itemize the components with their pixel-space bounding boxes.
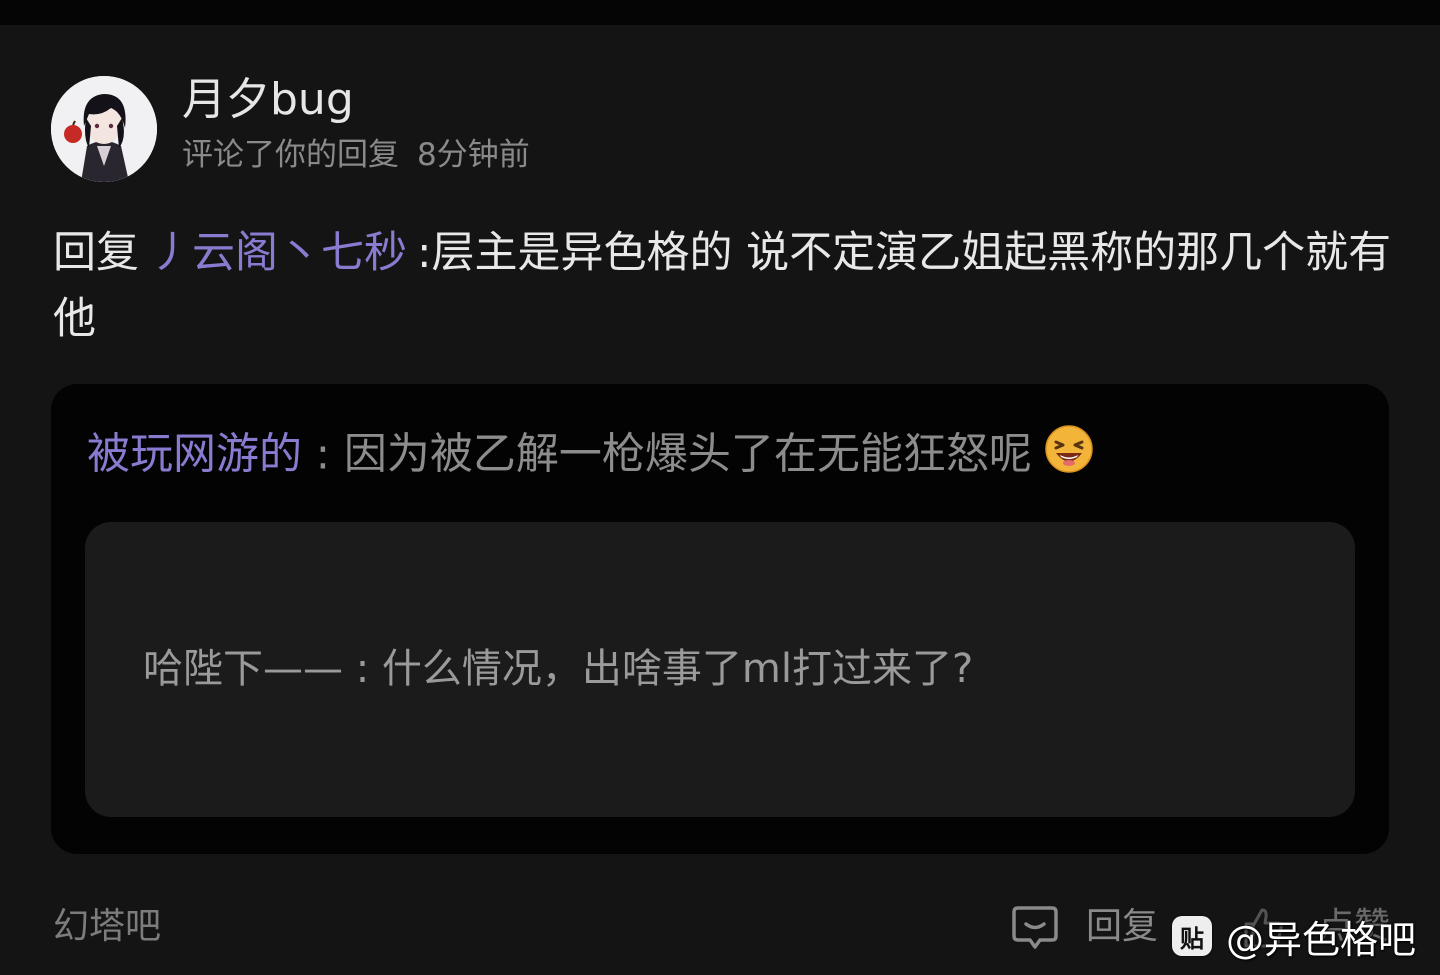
mention-link[interactable]: 丿云阁丶七秒 (149, 228, 407, 278)
avatar-image (51, 76, 157, 182)
quoted-reply: 被玩网游的 : 因为被乙解一枪爆头了在无能狂怒呢 (87, 424, 1094, 490)
watermark-text: @异色格吧 (1226, 917, 1417, 962)
quoted-text: 因为被乙解一枪爆头了在无能狂怒呢 (343, 429, 1032, 480)
nested-quote: 哈陛下—— : 什么情况，出啥事了ml打过来了? (143, 640, 973, 698)
nested-separator: : (343, 646, 382, 692)
comment-body: 回复 丿云阁丶七秒:层主是异色格的 说不定演乙姐起黑称的那几个就有他 (53, 220, 1393, 352)
comment-meta: 评论了你的回复 8分钟前 (182, 134, 530, 176)
nested-text: 什么情况，出啥事了ml打过来了? (381, 646, 974, 692)
watermark: 贴 @异色格吧 (1172, 908, 1416, 964)
quoted-reply-card[interactable]: 被玩网游的 : 因为被乙解一枪爆头了在无能狂怒呢 哈陛下—— : 什么情况，出啥… (51, 384, 1389, 854)
timestamp: 8分钟前 (417, 137, 530, 173)
reply-prefix: 回复 (53, 228, 139, 278)
comment-bubble-icon[interactable] (1010, 902, 1060, 952)
reply-button[interactable]: 回复 (1086, 902, 1158, 952)
forum-name[interactable]: 幻塔吧 (53, 902, 161, 952)
avatar[interactable] (51, 76, 157, 182)
quoted-separator: : (302, 429, 344, 480)
username[interactable]: 月夕bug (182, 72, 354, 128)
laughing-emoji-icon (1044, 424, 1094, 490)
nested-quote-card[interactable]: 哈陛下—— : 什么情况，出啥事了ml打过来了? (85, 522, 1355, 817)
action-text: 评论了你的回复 (182, 137, 399, 173)
quoted-author[interactable]: 被玩网游的 (87, 430, 302, 480)
top-status-bar (0, 0, 1440, 25)
tieba-logo-icon: 贴 (1172, 916, 1212, 956)
nested-author[interactable]: 哈陛下—— (143, 646, 343, 692)
